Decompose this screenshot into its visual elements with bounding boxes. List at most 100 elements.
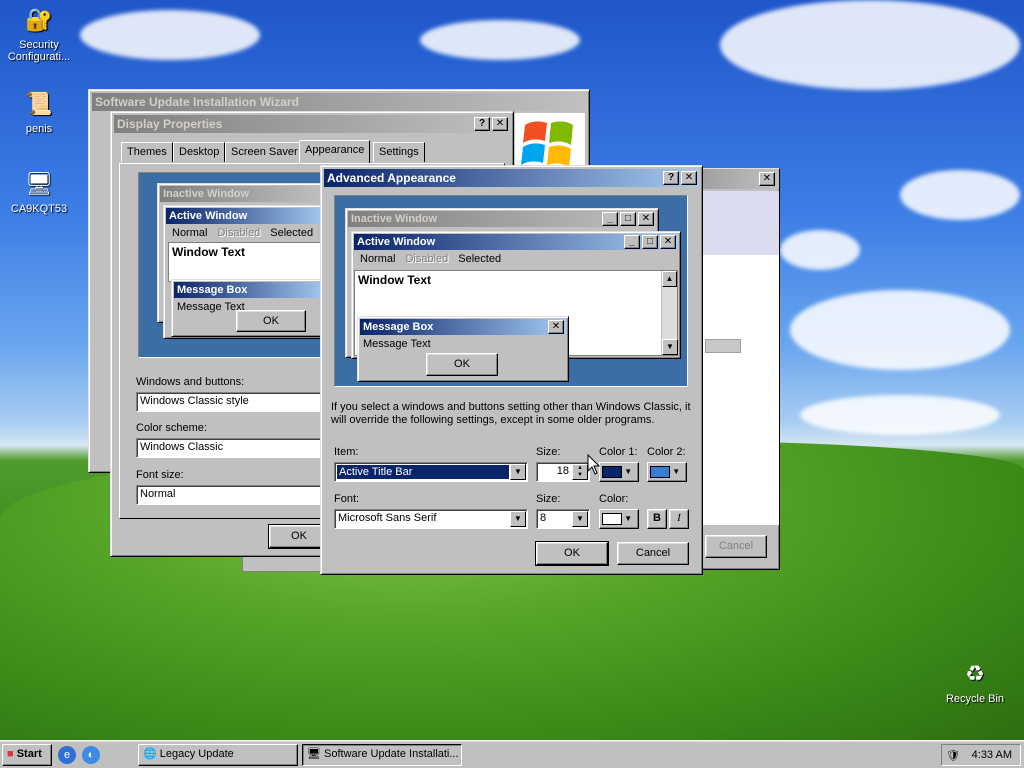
font-color-swatch	[602, 513, 622, 525]
tab-appearance[interactable]: Appearance	[299, 140, 371, 163]
advanced-title: Advanced Appearance	[327, 171, 456, 185]
adv-preview-inactive-title: Inactive Window	[351, 213, 438, 225]
italic-button[interactable]: I	[669, 509, 689, 529]
color2-button[interactable]: ▼	[647, 462, 687, 482]
adv-cancel-button[interactable]: Cancel	[617, 542, 689, 565]
color-scheme-select[interactable]: Windows Classic	[136, 438, 326, 458]
font-size-select[interactable]: 8 ▼	[536, 509, 590, 529]
wizard-close-icon[interactable]: ✕	[759, 172, 775, 186]
desktop-icon-label: CA9KQT53	[10, 203, 68, 215]
adv-preview-menu-normal: Normal	[360, 253, 396, 265]
wizard-title: Software Update Installation Wizard	[95, 95, 299, 109]
dp-preview-ok-button: OK	[236, 310, 306, 332]
font-size-label: Font size:	[136, 469, 184, 481]
advanced-titlebar[interactable]: Advanced Appearance ? ✕	[324, 169, 699, 187]
desktop-icon-label: Recycle Bin	[945, 693, 1005, 705]
update-tray-icon[interactable]: 🛡	[946, 746, 960, 766]
close-icon[interactable]: ✕	[681, 171, 697, 185]
tab-themes[interactable]: Themes	[121, 142, 173, 162]
adv-preview-scrollbar: ▲ ▼	[661, 271, 678, 355]
item-label: Item:	[334, 446, 359, 458]
computer-icon: 🖥	[25, 171, 53, 196]
dp-preview-menu-disabled: Disabled	[217, 227, 261, 239]
maximize-icon: □	[620, 212, 636, 226]
mouse-cursor-icon	[587, 454, 601, 475]
spinner-arrows-icon[interactable]: ▲ ▼	[572, 464, 588, 480]
tab-desktop[interactable]: Desktop	[173, 142, 226, 162]
recycle-bin-icon: ♻	[965, 661, 985, 686]
help-icon[interactable]: ?	[474, 117, 490, 131]
windows-buttons-label: Windows and buttons:	[136, 376, 245, 388]
desktop-icon-label: penis	[25, 123, 53, 135]
adv-preview: Inactive Window _ □ ✕ Active Window _ □ …	[334, 195, 688, 387]
color1-swatch	[602, 466, 622, 478]
ie-quicklaunch-icon[interactable]: e	[58, 746, 76, 764]
bold-button[interactable]: B	[647, 509, 667, 529]
taskbar: ■ Start e ◐ 🌐 Legacy Update 🖥 Software U…	[0, 740, 1024, 768]
tab-screen-saver[interactable]: Screen Saver	[225, 142, 304, 162]
minimize-icon: _	[602, 212, 618, 226]
dp-preview-active-title: Active Window	[169, 210, 248, 222]
wizard-cancel-button[interactable]: Cancel	[705, 535, 767, 558]
globe-icon: 🌐	[143, 748, 157, 760]
adv-preview-window-text: Window Text	[358, 273, 431, 287]
start-button[interactable]: ■ Start	[2, 744, 52, 766]
installer-icon: 🖥	[307, 748, 321, 760]
adv-preview-menu-disabled: Disabled	[405, 253, 449, 265]
wizard-window-right: ✕ Cancel	[700, 168, 780, 570]
windows-flag-icon: ■	[7, 748, 14, 760]
windows-logo-icon	[521, 121, 573, 167]
adv-info-text: If you select a windows and buttons sett…	[331, 401, 691, 426]
close-icon[interactable]: ✕	[492, 117, 508, 131]
adv-preview-msgbox-title: Message Box	[363, 321, 434, 333]
tab-strip: Themes Desktop Screen Saver Appearance S…	[121, 140, 511, 164]
adv-preview-active-title: Active Window	[357, 236, 436, 248]
adv-preview-ok-button: OK	[426, 353, 498, 376]
scroll-down-icon: ▼	[662, 339, 678, 355]
taskbar-item-legacy-update[interactable]: 🌐 Legacy Update	[138, 744, 298, 766]
close-icon: ✕	[638, 212, 654, 226]
windows-buttons-select[interactable]: Windows Classic style	[136, 392, 326, 412]
font-color-button[interactable]: ▼	[599, 509, 639, 529]
system-tray: 🛡 4:33 AM	[941, 744, 1021, 766]
chevron-down-icon[interactable]: ▼	[572, 511, 588, 527]
wizard-titlebar[interactable]: Software Update Installation Wizard	[92, 93, 586, 111]
size-label: Size:	[536, 446, 561, 458]
dp-preview-menu-selected: Selected	[270, 227, 314, 239]
security-config-icon: 🔐	[25, 7, 53, 32]
dp-preview-menu-normal: Normal	[172, 227, 208, 239]
desktop-icon-certificate[interactable]: 📜 penis	[4, 88, 74, 135]
tab-settings[interactable]: Settings	[373, 142, 425, 162]
advanced-appearance-window[interactable]: Advanced Appearance ? ✕ Inactive Window …	[320, 165, 703, 575]
color2-label: Color 2:	[647, 446, 686, 458]
font-size-select[interactable]: Normal	[136, 485, 326, 505]
size-spinner[interactable]: 18 ▲ ▼	[536, 462, 590, 482]
desktop-icon-computer[interactable]: 🖥 CA9KQT53	[4, 168, 74, 215]
adv-ok-button[interactable]: OK	[535, 541, 609, 566]
desktop-icon-security[interactable]: 🔐 Security Configurati...	[4, 4, 74, 63]
font-color-label: Color:	[599, 493, 629, 505]
help-icon[interactable]: ?	[663, 171, 679, 185]
certificate-icon: 📜	[25, 91, 53, 116]
display-properties-titlebar[interactable]: Display Properties ? ✕	[114, 115, 510, 133]
windows-logo-panel	[515, 113, 585, 173]
browser-quicklaunch-icon[interactable]: ◐	[82, 746, 100, 764]
chevron-down-icon[interactable]: ▼	[510, 511, 526, 527]
desktop-icon-recycle-bin[interactable]: ♻ Recycle Bin	[940, 658, 1010, 705]
color-scheme-label: Color scheme:	[136, 422, 207, 434]
font-select[interactable]: Microsoft Sans Serif ▼	[334, 509, 528, 529]
color1-label: Color 1:	[599, 446, 638, 458]
chevron-down-icon[interactable]: ▼	[510, 464, 526, 480]
dp-preview-window-text: Window Text	[168, 242, 324, 282]
scroll-up-icon: ▲	[662, 271, 677, 287]
clock[interactable]: 4:33 AM	[972, 749, 1012, 761]
minimize-icon: _	[624, 235, 640, 249]
adv-preview-menu-selected: Selected	[458, 253, 502, 265]
desktop-icon-label: Security Configurati...	[7, 39, 71, 63]
close-icon: ✕	[548, 320, 564, 334]
display-properties-title: Display Properties	[117, 117, 223, 131]
color1-button[interactable]: ▼	[599, 462, 639, 482]
taskbar-item-software-update[interactable]: 🖥 Software Update Installati...	[302, 744, 462, 766]
adv-preview-msgbox-text: Message Text	[363, 338, 431, 350]
item-select[interactable]: Active Title Bar ▼	[334, 462, 528, 482]
